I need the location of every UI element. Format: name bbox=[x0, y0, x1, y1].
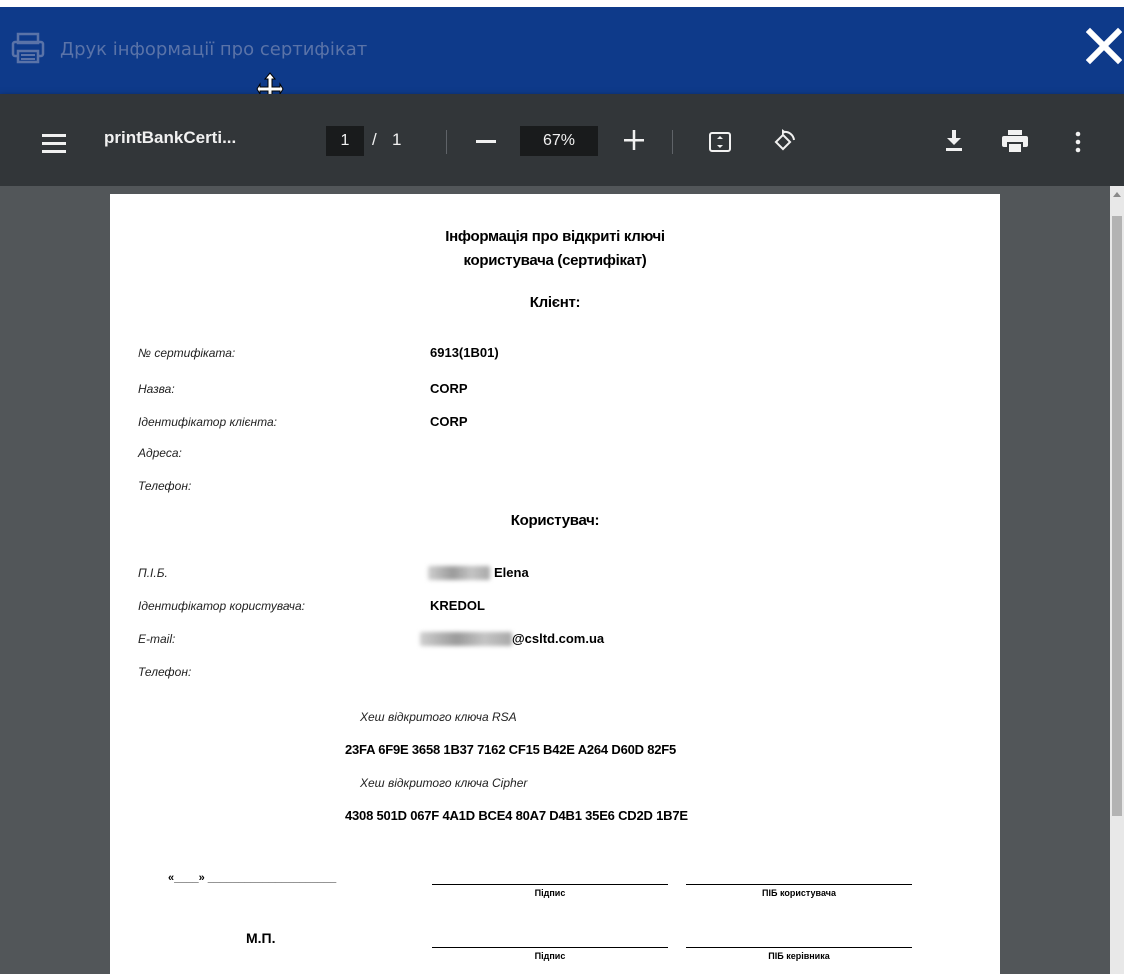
rotate-icon[interactable] bbox=[770, 127, 798, 155]
top-strip bbox=[0, 0, 1124, 7]
download-icon[interactable] bbox=[944, 130, 964, 152]
pdf-toolbar: printBankCerti... 1 / 1 67% bbox=[0, 94, 1124, 186]
file-name: printBankCerti... bbox=[104, 128, 237, 147]
print-icon[interactable] bbox=[1002, 130, 1028, 154]
user-id-label: Ідентифікатор користувача: bbox=[138, 599, 305, 613]
signature-caption-2: Підпис bbox=[534, 951, 566, 961]
scrollbar-thumb[interactable] bbox=[1112, 216, 1122, 816]
user-email-label: E-mail: bbox=[138, 632, 176, 646]
zoom-level-input[interactable]: 67% bbox=[520, 126, 598, 156]
cipher-hash-label: Хеш відкритого ключа Cipher bbox=[360, 776, 528, 790]
user-name-line bbox=[686, 884, 912, 885]
client-section-heading: Клієнт: bbox=[529, 294, 581, 311]
user-fullname-value: Elena bbox=[494, 565, 529, 580]
user-phone-label: Телефон: bbox=[138, 665, 192, 679]
manager-name-line bbox=[686, 947, 912, 948]
user-name-caption: ПІБ користувача bbox=[762, 888, 836, 898]
signature-line bbox=[432, 884, 668, 885]
rsa-hash-value: 23FA 6F9E 3658 1B37 7162 CF15 B42E A264 … bbox=[345, 742, 677, 757]
fit-page-icon[interactable] bbox=[708, 130, 732, 154]
certificate-number-label: № сертифіката: bbox=[138, 346, 236, 360]
client-id-label: Ідентифікатор клієнта: bbox=[138, 415, 278, 429]
client-address-label: Адреса: bbox=[138, 446, 182, 460]
cipher-hash-value: 4308 501D 067F 4A1D BCE4 80A7 D4B1 35E6 … bbox=[345, 808, 688, 823]
redacted-surname bbox=[428, 566, 490, 580]
vertical-scrollbar[interactable] bbox=[1110, 186, 1124, 974]
redacted-email-local-part bbox=[420, 632, 512, 646]
client-name-value: CORP bbox=[430, 381, 468, 396]
certificate-number-value: 6913(1B01) bbox=[430, 345, 499, 360]
rsa-hash-label: Хеш відкритого ключа RSA bbox=[360, 710, 517, 724]
menu-icon[interactable] bbox=[42, 134, 66, 153]
zoom-in-icon[interactable] bbox=[624, 130, 644, 150]
scroll-up-icon[interactable] bbox=[1113, 192, 1121, 197]
total-pages: 1 bbox=[392, 130, 402, 149]
printer-icon bbox=[11, 32, 45, 64]
client-name-label: Назва: bbox=[138, 382, 175, 396]
user-section-heading: Користувач: bbox=[510, 512, 600, 529]
user-fullname-label: П.І.Б. bbox=[138, 566, 168, 580]
client-id-value: CORP bbox=[430, 414, 468, 429]
date-placeholder: «____» _____________________ bbox=[168, 872, 337, 884]
page-number-input[interactable]: 1 bbox=[326, 126, 364, 156]
user-id-value: KREDOL bbox=[430, 598, 485, 613]
toolbar-divider bbox=[446, 130, 447, 154]
user-email-value: @csltd.com.ua bbox=[512, 631, 605, 646]
close-icon[interactable] bbox=[1085, 26, 1123, 66]
more-icon[interactable] bbox=[1074, 130, 1082, 154]
dialog-title: Друк інформації про сертифікат bbox=[60, 39, 368, 60]
client-phone-label: Телефон: bbox=[138, 479, 192, 493]
document-heading-line2: користувача (сертифікат) bbox=[463, 252, 647, 269]
manager-name-caption: ПІБ керівника bbox=[768, 951, 830, 961]
document-heading-line1: Інформація про відкриті ключі bbox=[445, 228, 665, 245]
zoom-out-icon[interactable] bbox=[476, 140, 496, 143]
pdf-page: Інформація про відкриті ключі користувач… bbox=[110, 194, 1000, 974]
page-separator: / bbox=[372, 130, 377, 149]
dialog-title-bar[interactable]: Друк інформації про сертифікат bbox=[0, 0, 1124, 94]
stamp-label: М.П. bbox=[246, 930, 276, 946]
signature-line-2 bbox=[432, 947, 668, 948]
signature-caption: Підпис bbox=[534, 888, 566, 898]
toolbar-divider bbox=[672, 130, 673, 154]
